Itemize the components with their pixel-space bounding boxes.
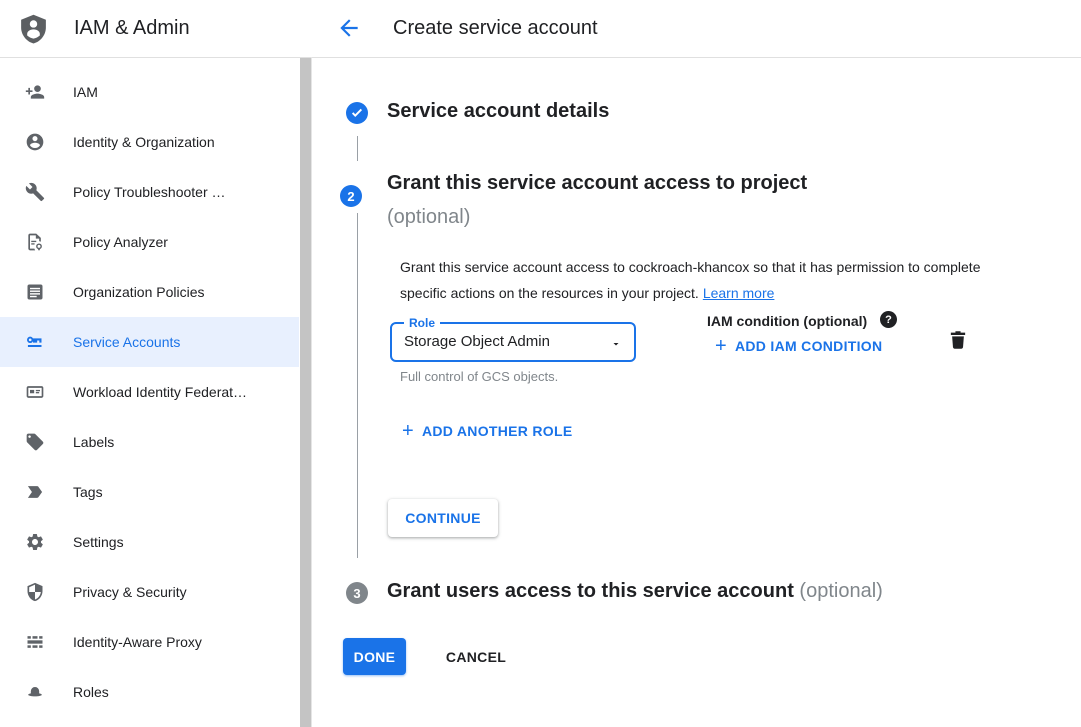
- proxy-stripes-icon: [25, 632, 45, 652]
- step-connector: [357, 213, 358, 558]
- plus-icon: +: [715, 337, 727, 355]
- sidebar-item-label: Service Accounts: [73, 334, 180, 350]
- app-title: IAM & Admin: [74, 0, 190, 57]
- sidebar-scrollbar[interactable]: [300, 57, 311, 727]
- sidebar-item-policy-troubleshooter[interactable]: Policy Troubleshooter …: [0, 167, 299, 217]
- sidebar-item-labels[interactable]: Labels: [0, 417, 299, 467]
- sidebar-item-label: IAM: [73, 84, 98, 100]
- wrench-icon: [25, 182, 45, 202]
- back-arrow-icon[interactable]: [334, 14, 364, 44]
- step3-number-badge: 3: [346, 582, 368, 604]
- step2-number-badge: 2: [340, 185, 362, 207]
- step3-title: Grant users access to this service accou…: [387, 580, 883, 603]
- chevron-down-icon: [610, 337, 622, 349]
- step2-title-text: Grant this service account access to pro…: [387, 172, 807, 194]
- step3-optional-label: (optional): [799, 580, 882, 602]
- sidebar-item-label: Organization Policies: [73, 284, 205, 300]
- step1-complete-badge: [346, 102, 368, 124]
- sidebar-item-label: Privacy & Security: [73, 584, 187, 600]
- page-title: Create service account: [393, 0, 598, 57]
- step2-description: Grant this service account access to coc…: [400, 255, 984, 306]
- sidebar-item-tags[interactable]: Tags: [0, 467, 299, 517]
- label-tag-icon: [25, 432, 45, 452]
- sidebar-item-privacy-security[interactable]: Privacy & Security: [0, 567, 299, 617]
- sidebar-item-label: Identity-Aware Proxy: [73, 634, 202, 650]
- account-circle-icon: [25, 132, 45, 152]
- step2-title: Grant this service account access to pro…: [387, 166, 807, 234]
- sidebar-item-service-accounts[interactable]: Service Accounts: [0, 317, 299, 367]
- sidebar-item-identity-aware-proxy[interactable]: Identity-Aware Proxy: [0, 617, 299, 667]
- badge-card-icon: [25, 382, 45, 402]
- iam-condition-label: IAM condition (optional): [707, 313, 867, 329]
- app-header: IAM & Admin: [0, 0, 311, 58]
- continue-button[interactable]: CONTINUE: [388, 499, 498, 537]
- sidebar-item-label: Tags: [73, 484, 103, 500]
- sidebar-item-label: Workload Identity Federat…: [73, 384, 247, 400]
- trash-icon[interactable]: [945, 327, 971, 355]
- sidebar-item-policy-analyzer[interactable]: Policy Analyzer: [0, 217, 299, 267]
- gear-icon: [25, 532, 45, 552]
- role-select[interactable]: Role Storage Object Admin: [390, 322, 636, 362]
- list-doc-icon: [25, 282, 45, 302]
- add-iam-condition-button[interactable]: + ADD IAM CONDITION: [715, 337, 882, 355]
- sidebar-item-organization-policies[interactable]: Organization Policies: [0, 267, 299, 317]
- sidebar-item-iam[interactable]: IAM: [0, 67, 299, 117]
- sidebar-item-workload-identity-federation[interactable]: Workload Identity Federat…: [0, 367, 299, 417]
- sidebar-item-roles[interactable]: Roles: [0, 667, 299, 717]
- add-another-role-button[interactable]: + ADD ANOTHER ROLE: [402, 422, 573, 440]
- step3-title-text: Grant users access to this service accou…: [387, 580, 794, 602]
- iam-admin-console: IAM & Admin Create service account IAM I…: [0, 0, 1081, 727]
- step2-optional-label: (optional): [387, 200, 807, 234]
- person-add-icon: [25, 82, 45, 102]
- sidebar-item-label: Policy Troubleshooter …: [73, 184, 226, 200]
- check-icon: [346, 102, 368, 124]
- half-shield-icon: [25, 582, 45, 602]
- plus-icon: +: [402, 422, 414, 440]
- sidebar-item-label: Policy Analyzer: [73, 234, 168, 250]
- sidebar-item-label: Labels: [73, 434, 114, 450]
- page-header: Create service account: [312, 0, 1081, 58]
- role-helper-text: Full control of GCS objects.: [400, 369, 558, 384]
- doc-analyzer-icon: [25, 232, 45, 252]
- step-connector: [357, 136, 358, 161]
- tag-arrow-icon: [25, 482, 45, 502]
- service-account-key-icon: [25, 332, 45, 352]
- step1-title: Service account details: [387, 100, 609, 123]
- cancel-button[interactable]: CANCEL: [426, 638, 526, 675]
- sidebar-nav: IAM Identity & Organization Policy Troub…: [0, 57, 312, 727]
- iam-admin-shield-icon: [17, 11, 50, 46]
- sidebar-item-label: Settings: [73, 534, 124, 550]
- sidebar-item-label: Identity & Organization: [73, 134, 215, 150]
- role-selected-value: Storage Object Admin: [404, 324, 550, 360]
- learn-more-link[interactable]: Learn more: [703, 285, 775, 301]
- sidebar-item-settings[interactable]: Settings: [0, 517, 299, 567]
- done-button[interactable]: DONE: [343, 638, 406, 675]
- sidebar-item-identity-organization[interactable]: Identity & Organization: [0, 117, 299, 167]
- sidebar-item-label: Roles: [73, 684, 109, 700]
- hat-icon: [25, 682, 45, 702]
- help-icon[interactable]: ?: [880, 311, 897, 328]
